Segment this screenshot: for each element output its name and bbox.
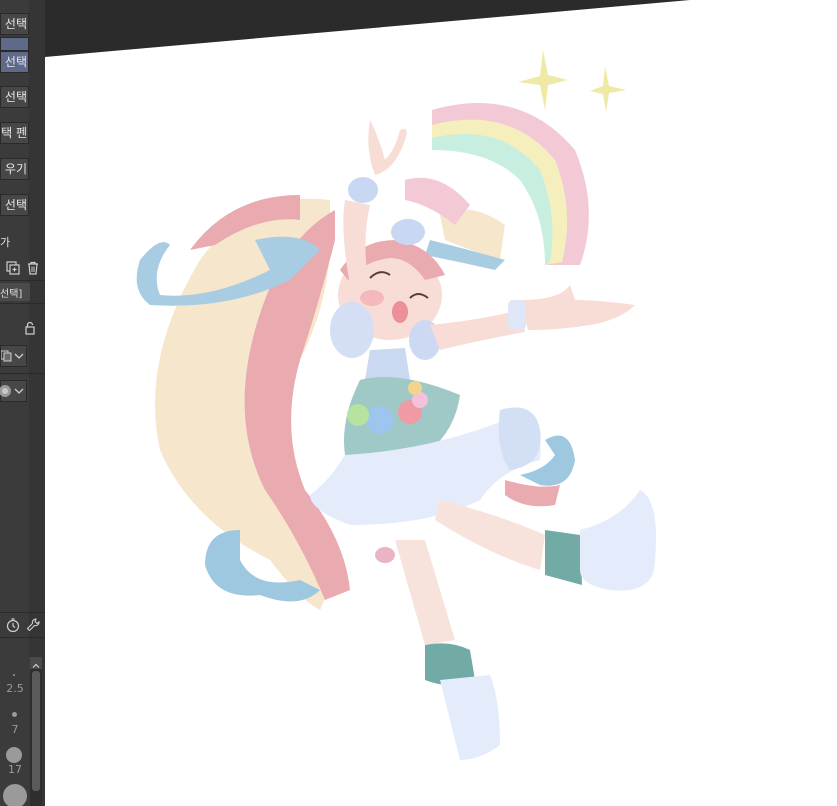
brush-size-label: 17: [8, 763, 22, 776]
subtool-item-5[interactable]: 우기: [0, 158, 29, 180]
subtool-label: 택 펜: [1, 126, 27, 140]
brush-size-list: 2.5 7 17: [0, 657, 30, 806]
subtool-item-2[interactable]: 선택: [0, 51, 29, 73]
sub-tool-panel: 선택 선택 선택 택 펜 우기 선택 가 선택] 2.5 7 17: [0, 0, 45, 806]
brush-tip-dropdown[interactable]: [0, 380, 27, 402]
panel-divider: [0, 637, 45, 638]
subtool-label: 선택: [4, 17, 27, 31]
blend-mode-dropdown[interactable]: [0, 345, 27, 367]
brush-size-scrollbar[interactable]: [30, 657, 42, 806]
chevron-down-icon: [14, 353, 24, 359]
subtool-item-selected-highlight[interactable]: [0, 37, 29, 51]
subtool-footer-label: 가: [0, 236, 11, 249]
trash-icon[interactable]: [25, 260, 41, 276]
panel-divider: [0, 303, 45, 304]
subtool-label: 선택: [4, 198, 27, 212]
drawing-canvas[interactable]: [45, 0, 837, 806]
subtool-label: 선택: [4, 55, 27, 69]
tool-property-title: 선택]: [0, 289, 23, 300]
subtool-item-6[interactable]: 선택: [0, 194, 29, 216]
panel-divider: [0, 280, 45, 281]
wrench-icon[interactable]: [25, 617, 41, 633]
scroll-thumb[interactable]: [32, 671, 40, 791]
brush-size-dot[interactable]: [13, 674, 15, 676]
scroll-up-button[interactable]: [30, 657, 42, 669]
subtool-item-1[interactable]: 선택: [0, 13, 29, 35]
subtool-item-4[interactable]: 택 펜: [0, 122, 29, 144]
brush-tip-icon: [0, 385, 11, 397]
lock-icon[interactable]: [22, 320, 38, 336]
blend-mode-icon: [1, 350, 12, 362]
timer-icon[interactable]: [5, 617, 21, 633]
character-illustration: [136, 50, 656, 760]
subtool-item-3[interactable]: 선택: [0, 86, 29, 108]
subtool-label: 우기: [4, 162, 27, 176]
brush-size-label: 2.5: [6, 682, 24, 695]
subtool-label: 선택: [4, 90, 27, 104]
brush-size-dot[interactable]: [12, 712, 17, 717]
duplicate-icon[interactable]: [5, 260, 21, 276]
brush-size-dot[interactable]: [3, 784, 27, 806]
tool-property-header: 선택]: [0, 283, 30, 301]
chevron-down-icon: [14, 388, 24, 394]
brush-size-dot[interactable]: [6, 747, 22, 763]
panel-divider: [0, 373, 45, 374]
brush-size-label: 7: [11, 723, 19, 736]
panel-divider: [0, 612, 45, 613]
